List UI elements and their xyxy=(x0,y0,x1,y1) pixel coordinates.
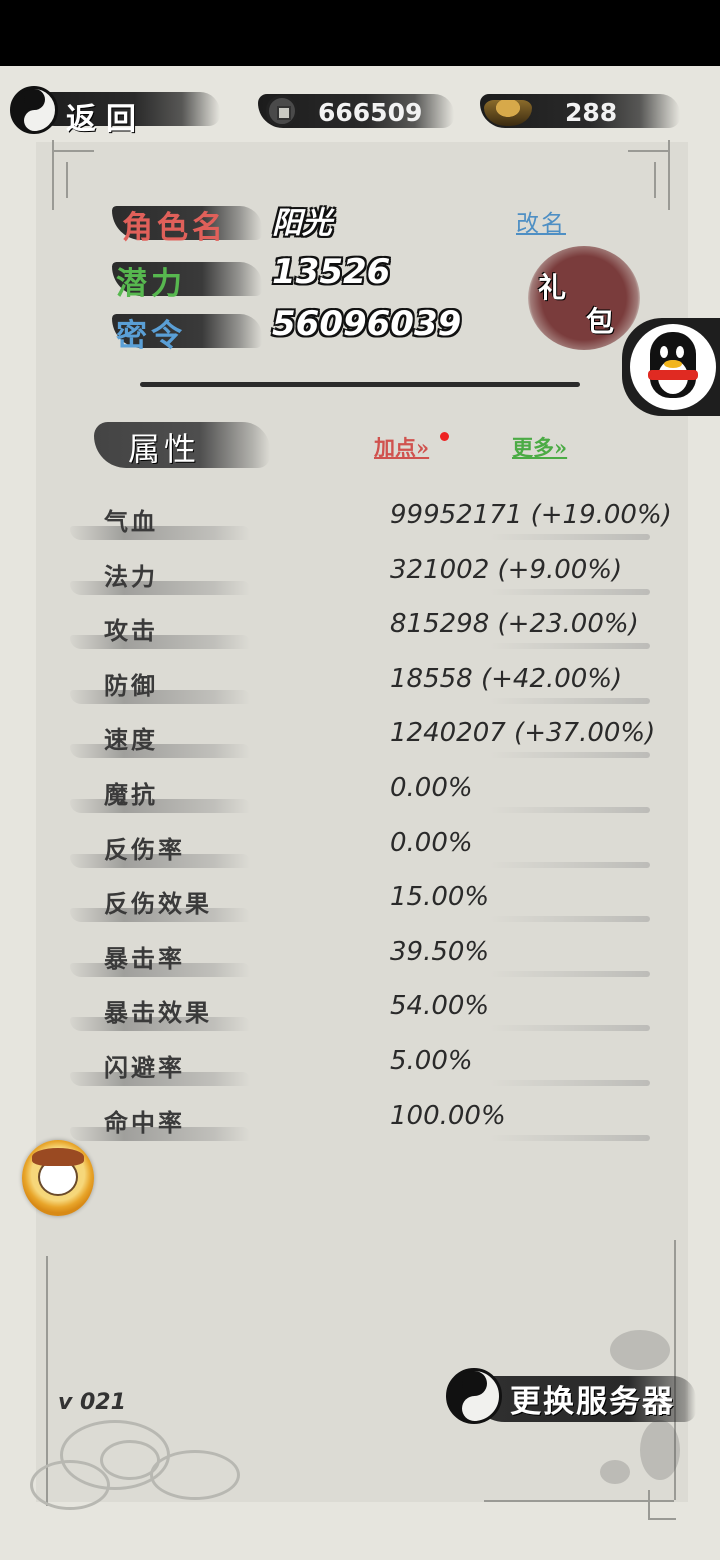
gift-char-1: 礼 xyxy=(538,271,567,304)
gift-pack-button[interactable]: 礼 包 xyxy=(528,246,640,350)
ink-splash xyxy=(610,1330,670,1370)
frame-edge xyxy=(484,1500,674,1502)
ink-stroke xyxy=(490,807,650,813)
ingot-count: 288 xyxy=(565,98,618,127)
attribute-row: 暴击率 39.50% xyxy=(70,935,650,985)
attribute-row: 法力 321002 (+9.00%) xyxy=(70,553,650,603)
attribute-value: 815298 (+23.00%) xyxy=(390,609,639,639)
attribute-value: 18558 (+42.00%) xyxy=(390,664,623,694)
top-bar: 返回 666509 288 xyxy=(0,66,720,148)
gift-char-2: 包 xyxy=(586,305,615,338)
notification-dot xyxy=(440,432,449,441)
qq-button[interactable] xyxy=(622,318,720,416)
frame-corner xyxy=(648,1518,676,1520)
attribute-row: 防御 18558 (+42.00%) xyxy=(70,662,650,712)
taiji-icon xyxy=(446,1368,502,1424)
attribute-name: 气血 xyxy=(104,507,158,536)
qq-penguin-icon xyxy=(630,324,716,410)
attribute-value: 39.50% xyxy=(390,937,490,967)
coin-count: 666509 xyxy=(318,98,423,127)
taiji-icon[interactable] xyxy=(10,86,58,134)
password-label: 密令 xyxy=(116,318,186,354)
ink-stroke xyxy=(490,1135,650,1141)
switch-server-button[interactable]: 更换服务器 xyxy=(510,1376,675,1421)
add-points-button[interactable]: 加点» xyxy=(374,432,429,462)
ink-stroke xyxy=(490,534,650,540)
attribute-row: 命中率 100.00% xyxy=(70,1099,650,1149)
attribute-name: 暴击效果 xyxy=(104,998,212,1027)
attribute-row: 暴击效果 54.00% xyxy=(70,989,650,1039)
status-bar xyxy=(0,0,720,66)
ink-stroke xyxy=(490,698,650,704)
attribute-value: 1240207 (+37.00%) xyxy=(390,718,656,748)
ink-splash xyxy=(640,1420,680,1480)
ink-stroke xyxy=(70,690,250,704)
ink-stroke xyxy=(490,971,650,977)
frame-corner xyxy=(628,150,670,152)
frame-corner xyxy=(648,1490,650,1520)
ink-stroke xyxy=(490,643,650,649)
potential-value: 13526 xyxy=(272,252,391,292)
rabbit-avatar-icon[interactable] xyxy=(22,1140,94,1216)
attribute-value: 15.00% xyxy=(390,882,490,912)
name-label: 角色名 xyxy=(122,210,227,246)
attribute-name: 速度 xyxy=(104,725,158,754)
ink-stroke xyxy=(70,744,250,758)
attribute-name: 魔抗 xyxy=(104,780,158,809)
attribute-name: 法力 xyxy=(104,562,158,591)
cloud-decoration xyxy=(150,1450,240,1500)
ink-stroke xyxy=(70,799,250,813)
frame-corner xyxy=(66,162,68,198)
ink-stroke xyxy=(490,1080,650,1086)
profile-divider xyxy=(140,382,580,387)
attribute-row: 闪避率 5.00% xyxy=(70,1044,650,1094)
back-button[interactable]: 返回 xyxy=(66,94,146,138)
attribute-name: 闪避率 xyxy=(104,1053,185,1082)
cloud-decoration xyxy=(30,1460,110,1510)
ink-splash xyxy=(600,1460,630,1484)
ink-stroke xyxy=(70,526,250,540)
attribute-value: 99952171 (+19.00%) xyxy=(390,500,672,530)
attribute-value: 54.00% xyxy=(390,991,490,1021)
potential-label: 潜力 xyxy=(116,266,186,302)
attribute-row: 速度 1240207 (+37.00%) xyxy=(70,716,655,766)
tab-attributes[interactable]: 属性 xyxy=(128,424,200,470)
attribute-name: 攻击 xyxy=(104,616,158,645)
rename-button[interactable]: 改名 xyxy=(516,204,566,238)
attribute-row: 反伤率 0.00% xyxy=(70,826,650,876)
attribute-row: 攻击 815298 (+23.00%) xyxy=(70,607,650,657)
version-label: v 021 xyxy=(58,1390,126,1415)
attribute-value: 0.00% xyxy=(390,828,473,858)
attribute-value: 0.00% xyxy=(390,773,473,803)
password-value: 56096039 xyxy=(272,304,462,344)
attribute-name: 防御 xyxy=(104,671,158,700)
attribute-name: 反伤率 xyxy=(104,835,185,864)
attribute-value: 5.00% xyxy=(390,1046,473,1076)
ink-stroke xyxy=(490,862,650,868)
name-value: 阳光 xyxy=(272,206,332,241)
more-button[interactable]: 更多» xyxy=(512,432,567,462)
copper-coin-icon xyxy=(266,95,298,127)
attribute-value: 321002 (+9.00%) xyxy=(390,555,623,585)
ink-stroke xyxy=(490,752,650,758)
attribute-name: 反伤效果 xyxy=(104,889,212,918)
attribute-name: 命中率 xyxy=(104,1108,185,1137)
frame-corner xyxy=(654,162,656,198)
ink-stroke xyxy=(70,635,250,649)
ink-stroke xyxy=(490,916,650,922)
ink-stroke xyxy=(490,589,650,595)
ink-stroke xyxy=(70,581,250,595)
attribute-row: 反伤效果 15.00% xyxy=(70,880,650,930)
attribute-value: 100.00% xyxy=(390,1101,506,1131)
attribute-name: 暴击率 xyxy=(104,944,185,973)
frame-corner xyxy=(52,150,94,152)
attribute-row: 气血 99952171 (+19.00%) xyxy=(70,498,672,548)
ink-stroke xyxy=(490,1025,650,1031)
attribute-row: 魔抗 0.00% xyxy=(70,771,650,821)
